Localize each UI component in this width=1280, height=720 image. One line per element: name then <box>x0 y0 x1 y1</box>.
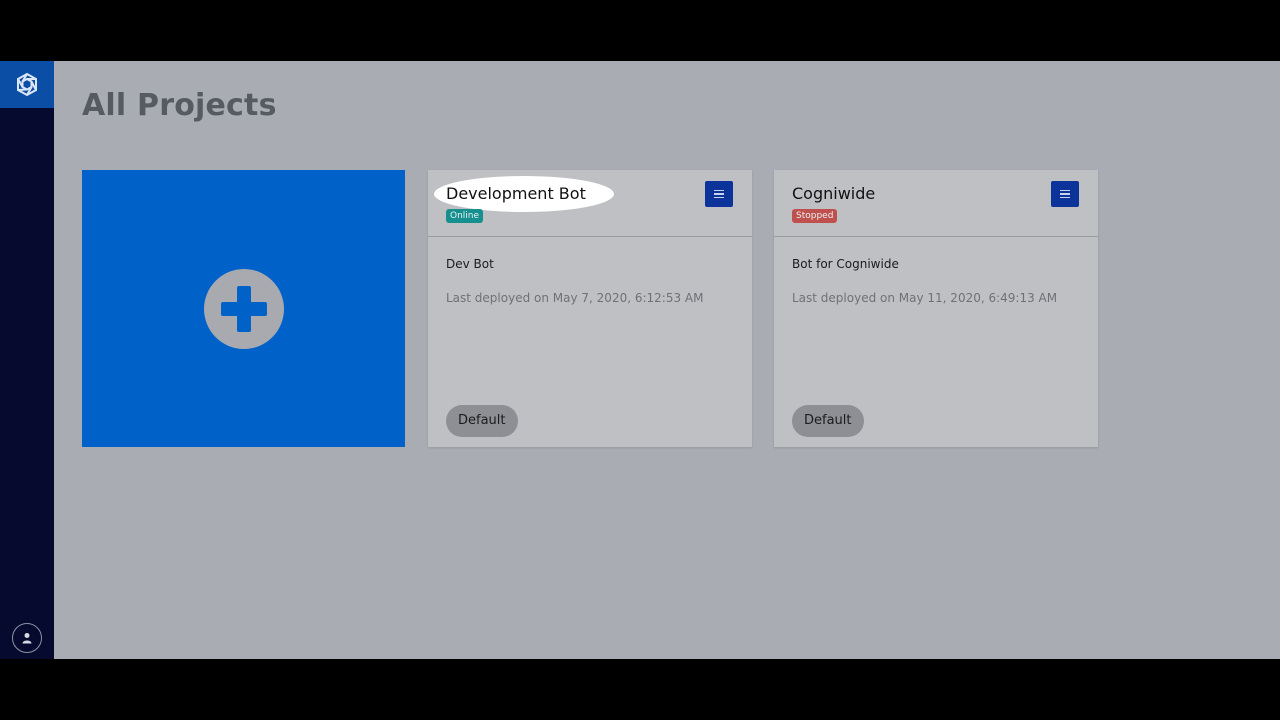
page-title: All Projects <box>82 88 277 123</box>
project-description: Dev Bot <box>446 257 494 271</box>
project-name[interactable]: Cogniwide <box>792 184 875 203</box>
project-menu-button[interactable] <box>705 181 733 207</box>
letterbox-bottom <box>0 659 1280 720</box>
user-profile-button[interactable] <box>12 623 42 653</box>
environment-chip[interactable]: Default <box>792 405 864 437</box>
project-description: Bot for Cogniwide <box>792 257 899 271</box>
letterbox-top <box>0 0 1280 61</box>
status-badge: Stopped <box>792 209 838 223</box>
hamburger-menu-icon <box>714 189 724 192</box>
project-card-header: Cogniwide Stopped <box>774 170 1098 237</box>
sidebar <box>0 61 54 659</box>
add-project-tile[interactable] <box>82 170 405 447</box>
app-window: All Projects Development Bot Online Dev … <box>0 61 1280 659</box>
project-card[interactable]: Cogniwide Stopped Bot for Cogniwide Last… <box>774 170 1098 447</box>
main-content: All Projects Development Bot Online Dev … <box>54 61 1280 659</box>
project-card[interactable]: Development Bot Online Dev Bot Last depl… <box>428 170 752 447</box>
project-menu-button[interactable] <box>1051 181 1079 207</box>
bot-framework-logo-icon <box>17 72 37 96</box>
plus-icon <box>203 268 284 349</box>
app-logo[interactable] <box>0 61 54 108</box>
user-icon <box>22 633 32 644</box>
last-deployed-text: Last deployed on May 11, 2020, 6:49:13 A… <box>792 291 1058 305</box>
environment-chip[interactable]: Default <box>446 405 518 437</box>
hamburger-menu-icon <box>1060 189 1070 192</box>
project-card-header: Development Bot Online <box>428 170 752 237</box>
project-name[interactable]: Development Bot <box>446 184 586 203</box>
last-deployed-text: Last deployed on May 7, 2020, 6:12:53 AM <box>446 291 704 305</box>
status-badge: Online <box>446 209 484 223</box>
